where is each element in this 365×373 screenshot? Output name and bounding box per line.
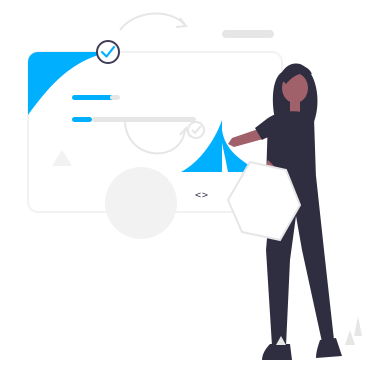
decorative-pill <box>222 30 274 38</box>
illustration-stage: <> <box>0 0 365 373</box>
decorative-circle <box>105 167 177 239</box>
code-icon: <> <box>195 190 210 201</box>
refresh-arrow-icon <box>119 12 188 31</box>
woman-with-card-illustration <box>27 12 362 360</box>
check-circle-icon <box>96 40 120 64</box>
